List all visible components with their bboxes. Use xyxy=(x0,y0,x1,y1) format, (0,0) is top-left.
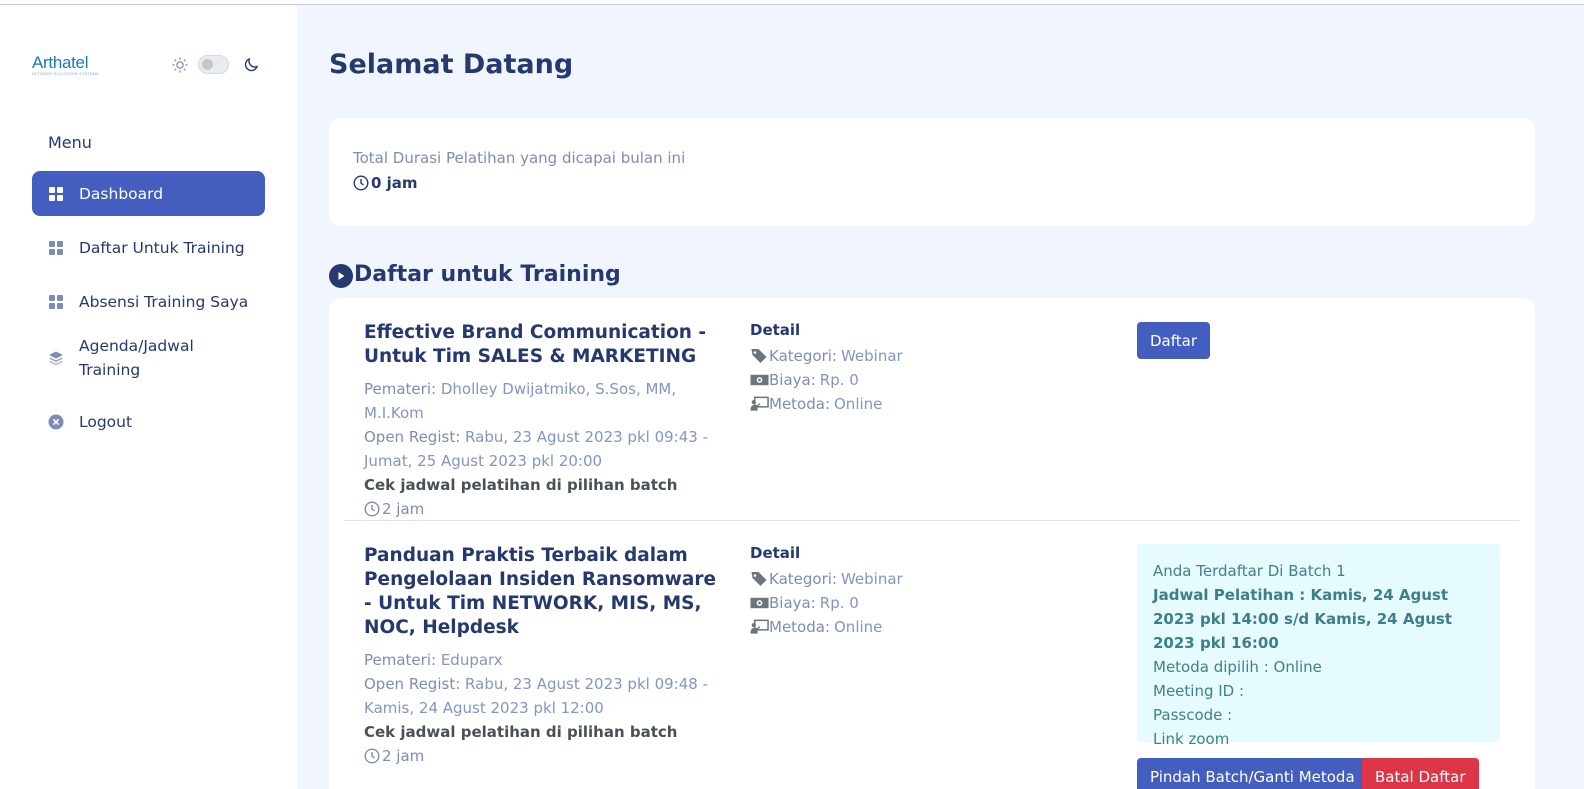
pemateri-label: Pemateri: xyxy=(364,651,437,669)
grid-icon xyxy=(49,240,63,255)
theme-toggle[interactable] xyxy=(198,55,229,74)
duration-text: 0 jam xyxy=(371,174,418,192)
cash-icon xyxy=(750,597,769,609)
kategori-row: Kategori: Webinar xyxy=(750,344,1050,368)
cancel-registration-button[interactable]: Batal Daftar xyxy=(1362,758,1479,789)
menu-title: Menu xyxy=(48,133,92,152)
training-meta: Pemateri: Eduparx Open Regist: Rabu, 23 … xyxy=(364,648,734,768)
registration-zoom-link[interactable]: Link zoom xyxy=(1153,727,1484,751)
training-title: Effective Brand Communication - Untuk Ti… xyxy=(364,322,707,367)
kategori-value: Webinar xyxy=(840,347,903,365)
metoda-label: Metoda: xyxy=(769,618,830,636)
section-title: Daftar untuk Training xyxy=(329,260,621,288)
divider xyxy=(344,520,1519,521)
presenter-icon xyxy=(750,619,769,634)
app-logo[interactable]: Arthatel NETWORK SOLUTIONS SYSTEMS xyxy=(32,53,99,76)
pemateri-row: Pemateri: Dholley Dwijatmiko, S.Sos, MM,… xyxy=(364,377,734,425)
biaya-label: Biaya: xyxy=(769,371,816,389)
biaya-row: Biaya: Rp. 0 xyxy=(750,368,1050,392)
detail-heading: Detail xyxy=(750,544,801,562)
metoda-row: Metoda: Online xyxy=(750,615,1050,639)
registration-batch: Anda Terdaftar Di Batch 1 xyxy=(1153,562,1346,580)
registration-passcode: Passcode : xyxy=(1153,706,1233,724)
detail-heading: Detail xyxy=(750,321,801,339)
pemateri-row: Pemateri: Eduparx xyxy=(364,648,734,672)
registration-schedule: Jadwal Pelatihan : Kamis, 24 Agust 2023 … xyxy=(1153,586,1452,652)
sidebar-item-logout[interactable]: Logout xyxy=(32,399,265,444)
registration-method: Metoda dipilih : Online xyxy=(1153,658,1322,676)
theme-switcher xyxy=(171,55,260,74)
clock-icon xyxy=(364,748,380,764)
sidebar-item-label: Daftar Untuk Training xyxy=(79,238,245,257)
regist-label: Open Regist: xyxy=(364,675,461,693)
clock-icon xyxy=(353,175,369,191)
training-detail: Detail Kategori: Webinar Biaya: Rp. 0 Me… xyxy=(750,320,1050,416)
sidebar-item-label: Dashboard xyxy=(79,184,164,203)
sidebar-item-label: Absensi Training Saya xyxy=(79,292,249,311)
regist-label: Open Regist: xyxy=(364,428,461,446)
duration-value: 2 jam xyxy=(382,500,425,518)
biaya-value: Rp. 0 xyxy=(819,371,859,389)
duration-row: 2 jam xyxy=(364,744,734,768)
biaya-value: Rp. 0 xyxy=(819,594,859,612)
logo-tagline: NETWORK SOLUTIONS SYSTEMS xyxy=(32,72,99,76)
page-title: Selamat Datang xyxy=(329,49,574,80)
sidebar-item-label: Logout xyxy=(79,412,133,431)
registration-info: Anda Terdaftar Di Batch 1 Jadwal Pelatih… xyxy=(1137,544,1500,748)
duration-row: 2 jam xyxy=(364,497,734,521)
move-batch-button[interactable]: Pindah Batch/Ganti Metoda xyxy=(1137,758,1368,789)
batch-note: Cek jadwal pelatihan di pilihan batch xyxy=(364,723,678,741)
sidebar: Arthatel NETWORK SOLUTIONS SYSTEMS Menu … xyxy=(0,5,297,789)
moon-icon xyxy=(244,57,259,72)
duration-value: 2 jam xyxy=(382,747,425,765)
sidebar-nav: Dashboard Daftar Untuk Training Absensi … xyxy=(32,171,265,444)
duration-value: 0 jam xyxy=(353,174,418,192)
pemateri-value: Eduparx xyxy=(440,651,503,669)
stack-icon xyxy=(49,351,63,366)
sidebar-item-agenda[interactable]: Agenda/Jadwal Training xyxy=(32,326,265,390)
daftar-button[interactable]: Daftar xyxy=(1137,322,1210,359)
sidebar-item-absensi[interactable]: Absensi Training Saya xyxy=(32,279,265,324)
sidebar-item-dashboard[interactable]: Dashboard xyxy=(32,171,265,216)
regist-row: Open Regist: Rabu, 23 Agust 2023 pkl 09:… xyxy=(364,672,734,720)
metoda-row: Metoda: Online xyxy=(750,392,1050,416)
metoda-label: Metoda: xyxy=(769,395,830,413)
biaya-row: Biaya: Rp. 0 xyxy=(750,591,1050,615)
registration-meeting-id: Meeting ID : xyxy=(1153,682,1245,700)
pemateri-label: Pemateri: xyxy=(364,380,437,398)
kategori-label: Kategori: xyxy=(769,347,837,365)
sidebar-item-daftar-training[interactable]: Daftar Untuk Training xyxy=(32,225,265,270)
regist-row: Open Regist: Rabu, 23 Agust 2023 pkl 09:… xyxy=(364,425,734,473)
duration-label: Total Durasi Pelatihan yang dicapai bula… xyxy=(353,149,686,167)
clock-icon xyxy=(364,501,380,517)
biaya-label: Biaya: xyxy=(769,594,816,612)
kategori-value: Webinar xyxy=(840,570,903,588)
section-title-text: Daftar untuk Training xyxy=(354,261,621,287)
sidebar-item-label: Agenda/Jadwal Training xyxy=(79,337,194,379)
play-circle-icon xyxy=(329,264,353,288)
x-circle-icon xyxy=(48,414,64,429)
training-title: Panduan Praktis Terbaik dalam Pengelolaa… xyxy=(364,545,716,638)
grid-icon xyxy=(49,186,63,201)
sun-icon xyxy=(172,56,188,73)
window-top-edge xyxy=(0,0,1584,5)
cash-icon xyxy=(750,374,769,386)
grid-icon xyxy=(49,294,63,309)
logo-text: Arthatel xyxy=(32,53,89,72)
training-list: Effective Brand Communication - Untuk Ti… xyxy=(329,298,1535,789)
metoda-value: Online xyxy=(834,618,883,636)
training-duration-card: Total Durasi Pelatihan yang dicapai bula… xyxy=(329,118,1535,226)
kategori-row: Kategori: Webinar xyxy=(750,567,1050,591)
metoda-value: Online xyxy=(834,395,883,413)
tag-icon xyxy=(751,572,767,586)
training-meta: Pemateri: Dholley Dwijatmiko, S.Sos, MM,… xyxy=(364,377,734,521)
training-detail: Detail Kategori: Webinar Biaya: Rp. 0 Me… xyxy=(750,543,1050,639)
presenter-icon xyxy=(750,396,769,411)
batch-note: Cek jadwal pelatihan di pilihan batch xyxy=(364,476,678,494)
tag-icon xyxy=(751,349,767,363)
kategori-label: Kategori: xyxy=(769,570,837,588)
